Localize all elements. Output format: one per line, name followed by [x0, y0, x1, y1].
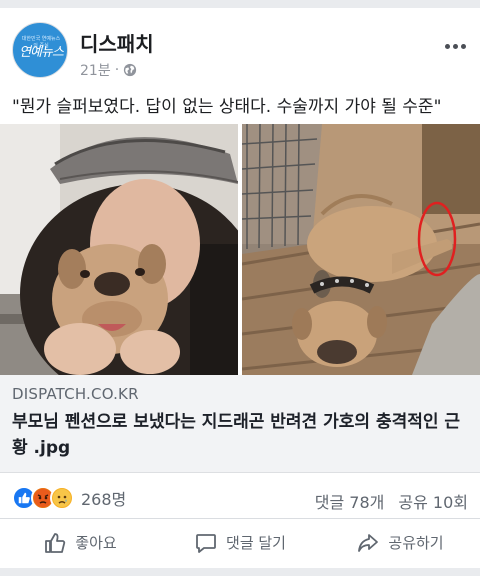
meta-separator: ·: [114, 62, 120, 78]
post-time[interactable]: 21분: [80, 60, 111, 80]
globe-icon: [124, 63, 137, 77]
post-stats: 268명 댓글 78개 공유 10회: [12, 483, 468, 513]
photo-person-with-dog[interactable]: [0, 124, 238, 375]
like-button[interactable]: 좋아요: [0, 519, 160, 566]
more-dot: [452, 43, 458, 49]
page-avatar[interactable]: 대한민국 연예뉴스의 중심 연예뉴스: [12, 22, 68, 78]
avatar-logo-text: 연예뉴스: [19, 45, 64, 60]
more-options-icon[interactable]: [442, 36, 468, 56]
post-header: 대한민국 연예뉴스의 중심 연예뉴스 디스패치 21분 ·: [12, 22, 468, 82]
link-preview[interactable]: DISPATCH.CO.KR 부모님 펜션으로 보냈다는 지드래곤 반려견 가호…: [0, 375, 480, 473]
link-domain: DISPATCH.CO.KR: [12, 385, 139, 403]
more-dot: [460, 43, 466, 49]
share-count[interactable]: 공유 10회: [398, 489, 468, 513]
post-meta: 21분 ·: [80, 60, 137, 80]
like-label: 좋아요: [75, 534, 117, 552]
page-name-link[interactable]: 디스패치: [80, 28, 154, 57]
sad-reaction-icon: [50, 486, 74, 510]
post-actions: 좋아요 댓글 달기 공유하기: [0, 518, 480, 566]
comment-count[interactable]: 댓글 78개: [315, 489, 385, 513]
comment-label: 댓글 달기: [226, 534, 286, 552]
reactions-summary[interactable]: 268명: [12, 485, 126, 511]
share-arrow-icon: [358, 533, 379, 552]
share-label: 공유하기: [388, 534, 444, 552]
comment-bubble-icon: [196, 533, 216, 553]
photo-person-with-dog-illustration: [0, 124, 238, 375]
photo-dog-lying[interactable]: [242, 124, 480, 375]
comment-button[interactable]: 댓글 달기: [160, 519, 320, 566]
photo-grid: [0, 124, 480, 375]
top-strip: [0, 0, 480, 8]
thumbs-up-icon: [45, 532, 66, 553]
link-title[interactable]: 부모님 펜션으로 보냈다는 지드래곤 반려견 가호의 충격적인 근황 .jpg: [12, 409, 468, 461]
share-button[interactable]: 공유하기: [320, 519, 480, 566]
post-caption: "뭔가 슬퍼보였다. 답이 없는 상태다. 수술까지 가야 될 수준": [12, 97, 442, 117]
photo-dog-lying-illustration: [242, 124, 480, 375]
reaction-count[interactable]: 268명: [81, 486, 126, 510]
engagement-counts: 댓글 78개 공유 10회: [315, 489, 468, 513]
feed-post-card: 대한민국 연예뉴스의 중심 연예뉴스 디스패치 21분 · "뭔가 슬퍼보였다.…: [0, 8, 480, 568]
more-dot: [444, 43, 450, 49]
